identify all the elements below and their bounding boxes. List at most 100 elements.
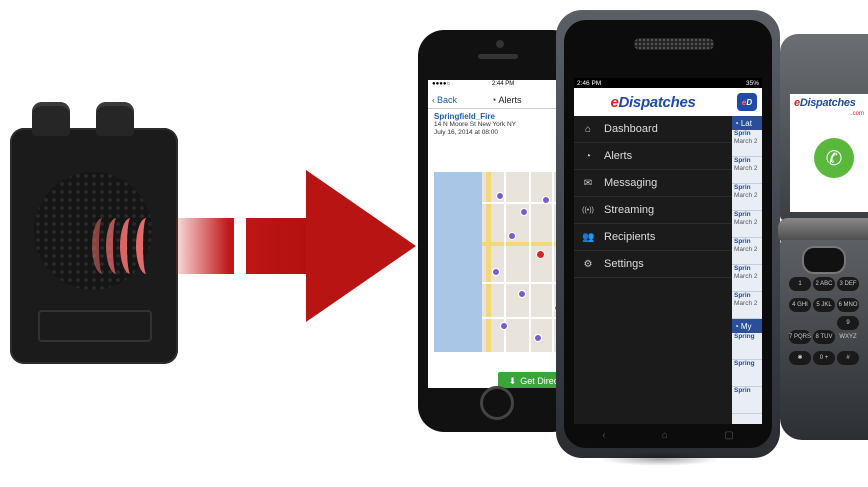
map-pin[interactable]	[542, 196, 550, 204]
edispatches-badge-icon: eD	[737, 93, 757, 111]
list-item[interactable]: Sprin March 2	[732, 211, 762, 238]
incident-details: Springfield_Fire 14 N Moore St New York …	[428, 109, 570, 137]
keypad-key[interactable]: 9 WXYZ	[837, 316, 859, 340]
android-screen: 2:46 PM 35% eDispatches ⌂ Dashboard ◔ Al…	[574, 78, 762, 424]
map-pin[interactable]	[520, 208, 528, 216]
navigation-dpad[interactable]	[802, 246, 846, 274]
bell-icon: ◔	[734, 118, 739, 128]
envelope-icon: ✉	[583, 177, 593, 189]
keypad-key[interactable]: #	[837, 351, 859, 365]
phone-call-icon: ✆	[814, 138, 854, 178]
app-header: eDispatches	[574, 88, 732, 116]
keypad-key[interactable]: 0 +	[813, 351, 835, 365]
speaker-grille	[634, 38, 714, 50]
section-header-latest: ◔ Lat	[732, 116, 762, 130]
flip-phone-screen: eDispatches .com ✆	[790, 94, 868, 212]
map-street	[529, 172, 531, 352]
nav-title: ◔ Alerts	[491, 95, 521, 105]
flip-phone-keypad-base: 12 ABC 3 DEF 4 GHI 5 JKL 6 MNO 7 PQRS 8 TUV9…	[780, 240, 868, 440]
incident-name[interactable]: Springfield_Fire	[434, 113, 566, 121]
recents-nav-icon[interactable]: ▢	[724, 430, 733, 441]
map-water	[434, 172, 482, 352]
bell-icon: ◔	[491, 95, 497, 105]
list-item[interactable]: Sprin March 2	[732, 292, 762, 319]
list-item[interactable]: Sprin March 2	[732, 265, 762, 292]
list-item[interactable]: Sprin March 2	[732, 238, 762, 265]
iphone-screen: ●●●●○ 2:44 PM ▮▮▮ ‹ Back ◔ Alerts Spring…	[428, 80, 570, 388]
device-shadow	[600, 452, 720, 466]
list-item[interactable]: Sprin March 2	[732, 157, 762, 184]
list-item[interactable]: Sprin	[732, 387, 762, 414]
list-item[interactable]: Sprin March 2	[732, 184, 762, 211]
map-pin[interactable]	[508, 232, 516, 240]
incident-date: July 16, 2014 at 08:00	[434, 129, 498, 136]
list-item[interactable]: Sprin March 2	[732, 130, 762, 157]
menu-item-dashboard[interactable]: ⌂ Dashboard	[574, 116, 732, 143]
map-pin[interactable]	[518, 290, 526, 298]
arrow-shaft	[176, 218, 308, 274]
gear-icon: ⚙	[583, 258, 593, 270]
menu-item-label: Settings	[604, 258, 644, 270]
menu-item-streaming[interactable]: ((•)) Streaming	[574, 197, 732, 224]
front-camera	[496, 40, 504, 48]
incident-location-pin[interactable]	[536, 250, 545, 259]
android-device: 2:46 PM 35% eDispatches ⌂ Dashboard ◔ Al…	[556, 10, 780, 458]
keypad-key[interactable]: 3 DEF	[837, 277, 859, 291]
menu-item-label: Alerts	[604, 150, 633, 162]
keypad-key[interactable]: 6 MNO	[837, 298, 859, 312]
keypad-key[interactable]: 4 GHI	[789, 298, 811, 312]
keypad: 12 ABC 3 DEF 4 GHI 5 JKL 6 MNO 7 PQRS 8 TUV9…	[788, 272, 868, 367]
back-button[interactable]: ‹ Back	[432, 95, 457, 105]
keypad-key[interactable]: 2 ABC	[813, 277, 835, 291]
keypad-key[interactable]: ✱	[789, 351, 811, 365]
section-label: My	[740, 321, 752, 331]
status-time: 2:46 PM	[577, 79, 602, 87]
android-status-bar: 2:46 PM 35%	[574, 78, 762, 88]
back-button-label: Back	[437, 95, 458, 105]
map-pin[interactable]	[500, 322, 508, 330]
list-item[interactable]: Spring	[732, 360, 762, 387]
map-street	[552, 172, 554, 352]
ios-nav-bar: ‹ Back ◔ Alerts	[428, 92, 570, 109]
alerts-list-panel: eD ◔ Lat Sprin March 2 Sprin March 2 Sprin…	[732, 88, 762, 424]
keypad-key[interactable]: 5 JKL	[813, 298, 835, 312]
menu-item-label: Messaging	[604, 177, 658, 189]
side-menu: ⌂ Dashboard ◔ Alerts ✉ Messaging ((•)) S…	[574, 116, 732, 278]
nav-title-label: Alerts	[498, 95, 522, 105]
bell-icon: ◔	[734, 321, 739, 331]
home-nav-icon[interactable]: ⌂	[662, 430, 668, 441]
map-pin[interactable]	[492, 268, 500, 276]
menu-item-label: Recipients	[604, 231, 656, 243]
back-nav-icon[interactable]: ‹	[602, 430, 605, 441]
home-icon: ⌂	[584, 123, 592, 135]
ios-status-bar: ●●●●○ 2:44 PM ▮▮▮	[428, 80, 570, 92]
android-nav-bar: ‹ ⌂ ▢	[574, 424, 762, 446]
flip-phone-device: eDispatches .com ✆ 12 ABC 3 DEF 4 GHI 5 JK…	[778, 34, 868, 440]
list-item[interactable]: Spring	[732, 333, 762, 360]
map-pin[interactable]	[534, 334, 542, 342]
signal-indicator: ●●●●○	[432, 81, 451, 87]
incident-map[interactable]	[434, 172, 570, 352]
menu-item-settings[interactable]: ⚙ Settings	[574, 251, 732, 278]
pager-display-slot	[38, 310, 152, 342]
section-header-my: ◔ My	[732, 319, 762, 333]
status-time: 2:44 PM	[491, 81, 515, 87]
keypad-key[interactable]: 7 PQRS	[789, 330, 811, 344]
battery-level: 35%	[745, 79, 759, 87]
keypad-key[interactable]: 1	[789, 277, 811, 291]
directions-icon: ⬇	[508, 375, 517, 386]
incident-address: 14 N Moore St New York NY	[434, 121, 517, 128]
flip-logo: eDispatches .com	[794, 97, 864, 118]
menu-item-recipients[interactable]: 👥 Recipients	[574, 224, 732, 251]
app-badge[interactable]: eD	[732, 88, 762, 116]
menu-item-alerts[interactable]: ◔ Alerts	[574, 143, 732, 170]
menu-item-label: Streaming	[604, 204, 655, 216]
home-button[interactable]	[480, 386, 514, 420]
pager-knob-left	[32, 102, 70, 136]
map-pin[interactable]	[496, 192, 504, 200]
people-icon: 👥	[582, 231, 595, 243]
menu-item-messaging[interactable]: ✉ Messaging	[574, 170, 732, 197]
flip-phone-lid: eDispatches .com ✆	[780, 34, 868, 220]
map-road	[486, 172, 491, 352]
keypad-key[interactable]: 8 TUV	[813, 330, 835, 344]
